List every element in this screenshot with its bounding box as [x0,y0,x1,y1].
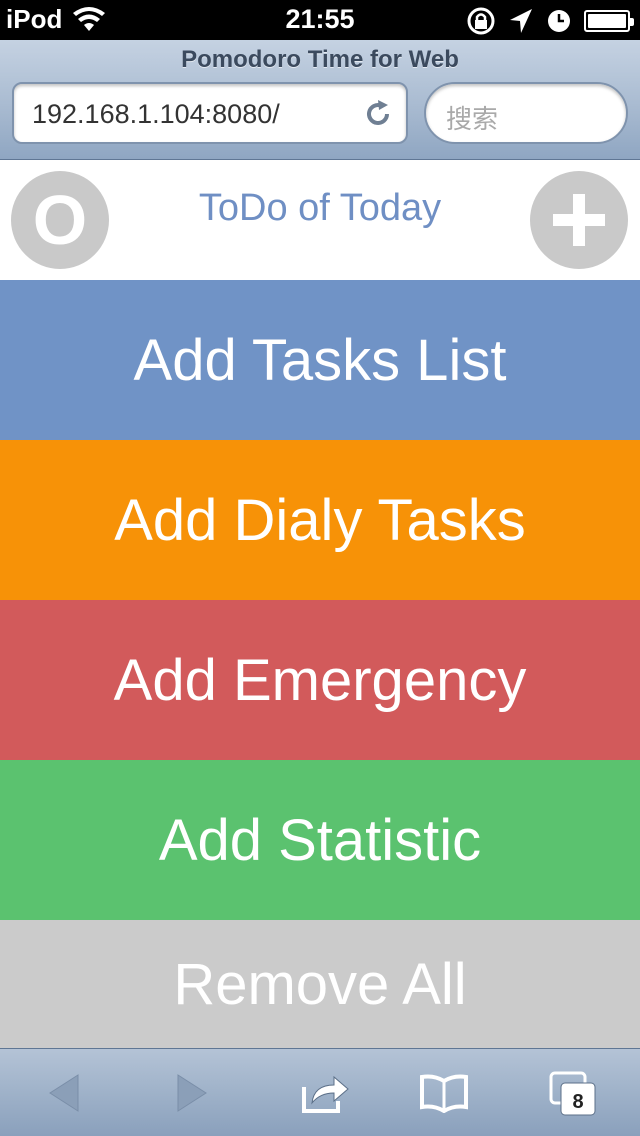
bookmarks-button[interactable] [416,1067,472,1119]
tabs-icon: 8 [549,1071,596,1116]
battery-icon [584,10,634,32]
location-arrow-icon [510,9,532,33]
add-tasks-list-button[interactable]: Add Tasks List [0,280,640,440]
plus-icon [553,194,605,246]
add-emergency-button[interactable]: Add Emergency [0,600,640,760]
search-placeholder: 搜索 [446,104,499,134]
menu-label: Add Emergency [113,647,527,713]
menu-label: Remove All [173,951,467,1017]
browser-header: Pomodoro Time for Web 192.168.1.104:8080… [0,40,640,160]
share-button[interactable] [296,1067,352,1119]
menu-label: Add Tasks List [133,327,507,393]
menu-label: Add Dialy Tasks [114,487,526,553]
bookmarks-icon [420,1074,468,1113]
add-button[interactable] [530,171,628,269]
rotation-lock-icon [467,7,495,35]
url-text: 192.168.1.104:8080/ [32,99,280,129]
status-bar: iPod 21:55 [0,0,640,40]
battery-level [588,14,626,28]
reload-icon[interactable] [362,98,394,130]
add-daily-tasks-button[interactable]: Add Dialy Tasks [0,440,640,600]
add-statistic-button[interactable]: Add Statistic [0,760,640,920]
remove-all-button[interactable]: Remove All [0,920,640,1048]
forward-button[interactable] [164,1067,220,1119]
browser-toolbar: 8 [0,1048,640,1136]
address-bar[interactable]: 192.168.1.104:8080/ [12,82,408,144]
forward-arrow-icon [177,1074,207,1112]
tabs-button[interactable]: 8 [544,1067,600,1119]
menu-label: Add Statistic [158,807,482,873]
status-right [466,6,634,36]
app-header: O ToDo of Today [0,160,640,280]
share-icon [302,1075,349,1113]
back-button[interactable] [36,1067,92,1119]
page-title: Pomodoro Time for Web [181,46,459,73]
alarm-clock-icon [548,10,570,32]
tabs-count: 8 [572,1091,583,1113]
back-arrow-icon [49,1074,79,1112]
search-input[interactable]: 搜索 [424,82,628,144]
